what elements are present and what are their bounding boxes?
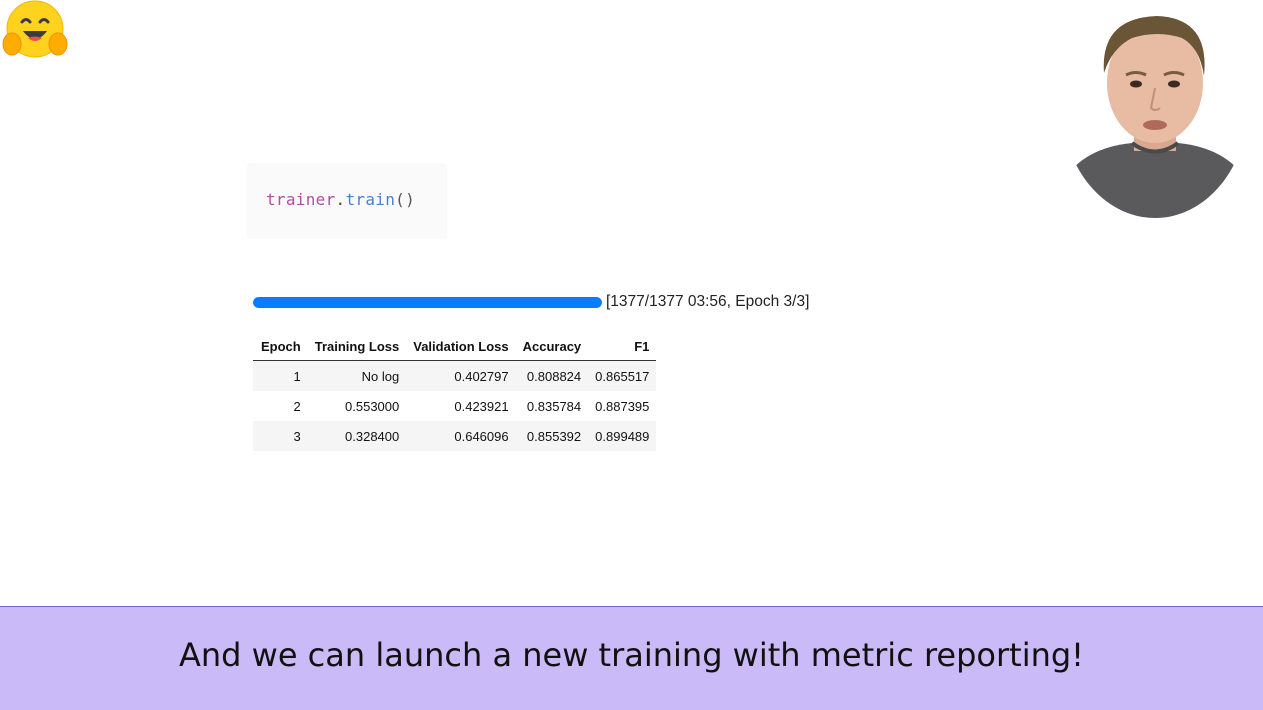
header-f1: F1	[588, 331, 657, 361]
table-header-row: Epoch Training Loss Validation Loss Accu…	[253, 331, 657, 361]
table-row: 1 No log 0.402797 0.808824 0.865517	[253, 360, 657, 391]
cell-validation-loss: 0.402797	[454, 368, 509, 384]
cell-training-loss: 0.328400	[345, 428, 400, 444]
cell-validation-loss: 0.646096	[454, 428, 509, 444]
training-progress: [1377/1377 03:56, Epoch 3/3]	[253, 293, 809, 311]
metrics-table: Epoch Training Loss Validation Loss Accu…	[253, 331, 657, 451]
cell-training-loss: 0.553000	[345, 398, 400, 414]
subtitle-bar: And we can launch a new training with me…	[0, 606, 1263, 710]
progress-track	[253, 296, 602, 308]
cell-epoch: 1	[293, 368, 301, 384]
cell-f1: 0.899489	[595, 428, 650, 444]
cell-training-loss: No log	[361, 368, 400, 384]
header-accuracy: Accuracy	[515, 331, 589, 361]
cell-validation-loss: 0.423921	[454, 398, 509, 414]
header-epoch: Epoch	[253, 331, 308, 361]
cell-f1: 0.865517	[595, 368, 650, 384]
cell-accuracy: 0.835784	[526, 398, 582, 414]
code-method: train	[345, 190, 396, 209]
cell-accuracy: 0.808824	[526, 368, 582, 384]
header-validation-loss: Validation Loss	[406, 331, 516, 361]
subtitle-text: And we can launch a new training with me…	[178, 635, 1084, 674]
table-row: 2 0.553000 0.423921 0.835784 0.887395	[253, 391, 656, 421]
cell-epoch: 3	[293, 428, 301, 444]
progress-status: [1377/1377 03:56, Epoch 3/3]	[606, 293, 810, 310]
header-training-loss: Training Loss	[307, 331, 407, 361]
cell-epoch: 2	[293, 398, 301, 414]
cell-f1: 0.887395	[595, 398, 650, 414]
table-row: 3 0.328400 0.646096 0.855392 0.899489	[253, 421, 657, 451]
code-parens: ()	[395, 190, 416, 209]
cell-accuracy: 0.855392	[526, 428, 582, 444]
presenter-avatar	[1062, 8, 1248, 218]
code-dot: .	[335, 190, 346, 209]
code-object: trainer	[266, 190, 336, 209]
progress-fill	[253, 296, 602, 308]
hugging-face-logo-icon	[2, 0, 68, 62]
code-line: trainer.train()	[266, 190, 415, 209]
code-cell[interactable]: trainer.train()	[247, 163, 447, 239]
